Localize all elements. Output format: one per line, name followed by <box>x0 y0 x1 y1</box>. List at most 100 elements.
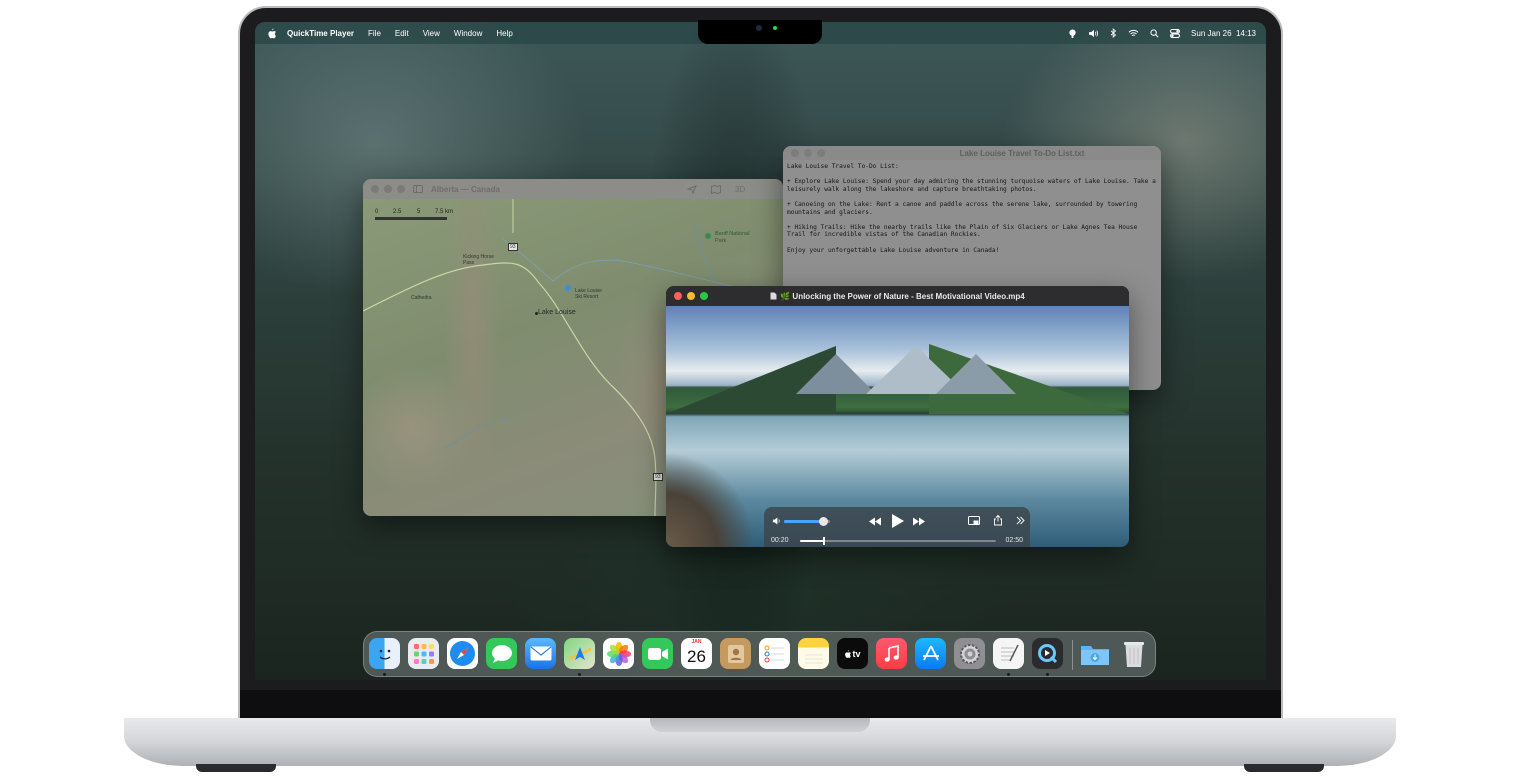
scale-label-5: 5 <box>417 209 421 215</box>
control-center-icon[interactable] <box>1170 28 1181 38</box>
tv-label: tv <box>852 648 861 659</box>
dock-separator <box>1072 640 1073 670</box>
calendar-month: JAN <box>691 639 702 645</box>
volume-slider[interactable] <box>784 517 830 526</box>
menu-help[interactable]: Help <box>496 29 512 38</box>
map-place-ski-resort[interactable]: Lake Louise Ski Resort <box>575 288 609 300</box>
lake-louise-pin-icon <box>535 312 538 315</box>
reminders-icon[interactable] <box>759 638 790 669</box>
maps-title: Alberta — Canada <box>431 184 500 194</box>
video-peak <box>936 354 1016 394</box>
textedit-title: Lake Louise Travel To-Do List.txt <box>959 148 1085 158</box>
playback-controls[interactable]: 00:20 02:50 <box>764 507 1030 547</box>
quicktime-titlebar[interactable]: 🌿 Unlocking the Power of Nature - Best M… <box>666 286 1129 306</box>
running-indicator <box>1046 673 1049 676</box>
textedit-titlebar[interactable]: Lake Louise Travel To-Do List.txt <box>783 146 1161 160</box>
scale-label-0: 0 <box>375 209 379 215</box>
play-icon[interactable] <box>891 513 905 529</box>
quicktime-window[interactable]: 🌿 Unlocking the Power of Nature - Best M… <box>666 286 1129 547</box>
trash-icon[interactable] <box>1118 638 1149 669</box>
timeline-progress <box>800 540 824 542</box>
tv-icon[interactable]: tv <box>837 638 868 669</box>
contacts-icon[interactable] <box>720 638 751 669</box>
wifi-icon[interactable] <box>1128 29 1139 38</box>
search-icon[interactable] <box>1150 28 1159 38</box>
more-options-icon[interactable] <box>1016 516 1025 525</box>
fast-forward-icon[interactable] <box>912 517 926 526</box>
laptop-foot <box>196 764 276 772</box>
video-shore <box>666 452 756 547</box>
volume-icon[interactable] <box>1088 29 1099 38</box>
menu-window[interactable]: Window <box>454 29 482 38</box>
menu-view[interactable]: View <box>423 29 440 38</box>
running-indicator <box>578 673 581 676</box>
bluetooth-icon[interactable] <box>1110 28 1117 38</box>
menu-clock[interactable]: Sun Jan 26 14:13 <box>1191 29 1256 38</box>
park-pin-icon <box>705 233 711 239</box>
document-icon <box>770 292 777 299</box>
video-frame[interactable]: 00:20 02:50 <box>666 306 1129 547</box>
calendar-day: 26 <box>687 647 706 666</box>
scale-label-2-5: 2.5 <box>393 209 402 215</box>
laptop-thumb-notch <box>650 718 870 732</box>
safari-icon[interactable] <box>447 638 478 669</box>
zoom-button[interactable] <box>397 185 405 193</box>
airplay-icon[interactable] <box>1068 28 1077 38</box>
desktop: QuickTime Player File Edit View Window H… <box>255 22 1266 680</box>
menu-file[interactable]: File <box>368 29 381 38</box>
settings-icon[interactable] <box>954 638 985 669</box>
map-place-banff[interactable]: Banff National Park <box>715 231 757 244</box>
3d-button[interactable]: 3D <box>735 185 745 194</box>
map-mode-icon[interactable] <box>711 185 721 194</box>
quicktime-icon[interactable] <box>1032 638 1063 669</box>
scale-label-7-5: 7.5 km <box>435 209 454 215</box>
notes-icon[interactable] <box>798 638 829 669</box>
video-peak <box>796 354 876 394</box>
close-button[interactable] <box>371 185 379 193</box>
volume-icon[interactable] <box>772 517 781 525</box>
sidebar-icon[interactable] <box>413 185 423 193</box>
laptop-chin <box>240 690 1281 720</box>
timeline-scrubber[interactable] <box>800 537 996 545</box>
menu-edit[interactable]: Edit <box>395 29 409 38</box>
app-store-icon[interactable] <box>915 638 946 669</box>
quicktime-title: 🌿 Unlocking the Power of Nature - Best M… <box>666 292 1129 301</box>
playhead[interactable] <box>822 537 825 545</box>
calendar-icon[interactable]: JAN 26 <box>681 638 712 669</box>
ski-resort-pin-icon <box>565 285 571 291</box>
finder-icon[interactable] <box>369 638 400 669</box>
downloads-folder-icon[interactable] <box>1079 638 1110 669</box>
status-menus: Sun Jan 26 14:13 <box>1068 22 1256 44</box>
quicktime-title-text: 🌿 Unlocking the Power of Nature - Best M… <box>780 291 1025 301</box>
map-place-cathedra[interactable]: Cathedra <box>411 295 432 301</box>
rewind-icon[interactable] <box>868 517 882 526</box>
camera-notch <box>698 20 822 44</box>
scale-bar <box>375 217 447 220</box>
highway-93-marker: 93 <box>508 243 518 251</box>
maps-titlebar[interactable]: Alberta — Canada 3D <box>363 179 783 199</box>
volume-level <box>784 520 824 523</box>
running-indicator <box>1007 673 1010 676</box>
map-place-lake-louise[interactable]: Lake Louise <box>538 309 576 316</box>
messages-icon[interactable] <box>486 638 517 669</box>
launchpad-icon[interactable] <box>408 638 439 669</box>
music-icon[interactable] <box>876 638 907 669</box>
app-menu[interactable]: QuickTime Player <box>287 29 354 38</box>
camera-icon <box>756 25 762 31</box>
location-icon[interactable] <box>687 185 697 194</box>
duration: 02:50 <box>1005 537 1023 544</box>
volume-knob[interactable] <box>818 517 828 526</box>
mail-icon[interactable] <box>525 638 556 669</box>
facetime-icon[interactable] <box>642 638 673 669</box>
apple-menu-icon[interactable] <box>267 27 277 39</box>
running-indicator <box>383 673 386 676</box>
map-place-kicking-horse[interactable]: Kicking Horse Pass <box>463 254 497 266</box>
camera-indicator-light <box>773 26 777 30</box>
picture-in-picture-icon[interactable] <box>968 516 980 526</box>
share-icon[interactable] <box>993 515 1003 526</box>
minimize-button[interactable] <box>384 185 392 193</box>
highway-93-south-marker: 93 <box>653 473 663 481</box>
textedit-icon[interactable] <box>993 638 1024 669</box>
photos-icon[interactable] <box>603 638 634 669</box>
maps-icon[interactable] <box>564 638 595 669</box>
